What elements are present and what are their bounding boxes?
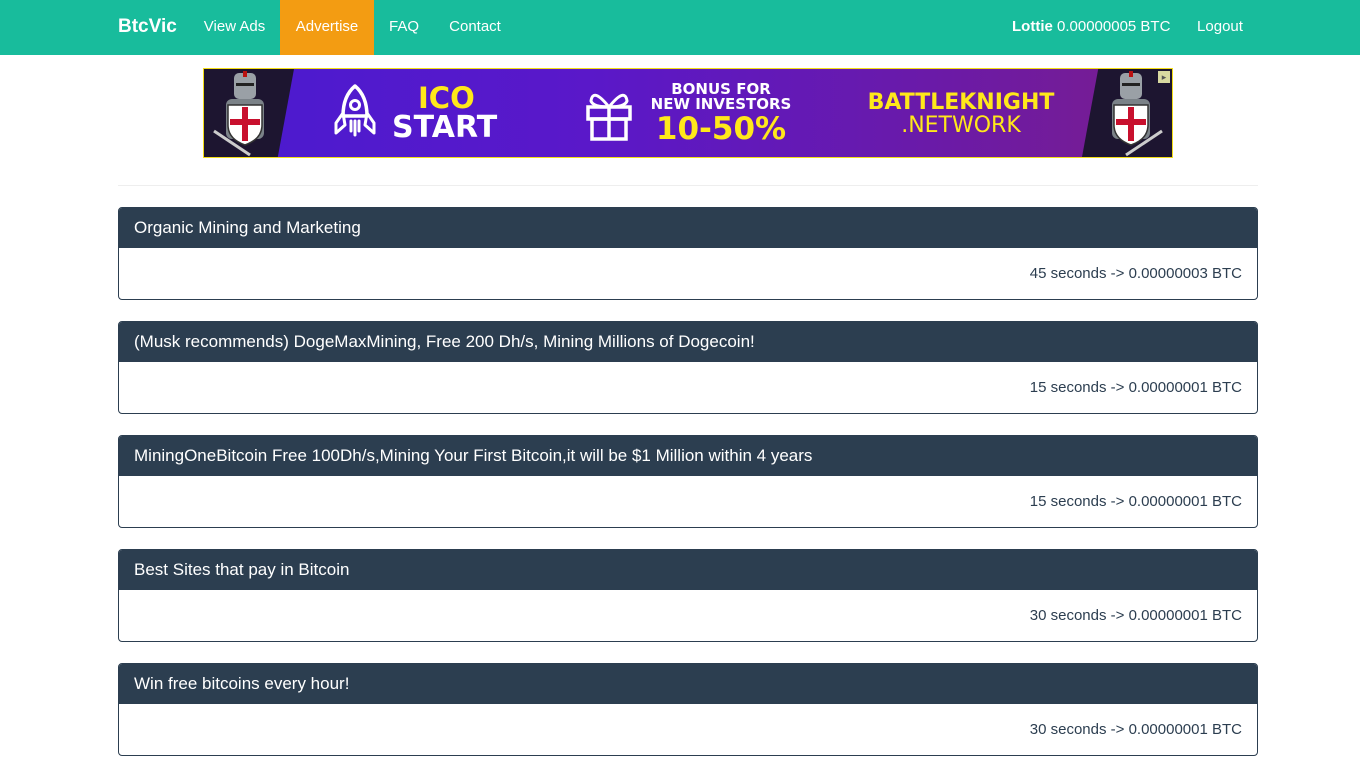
user-name: Lottie [1012,18,1053,35]
banner-brand-line1: BATTLEKNIGHT [867,90,1055,115]
banner-ico-text: ICO START [392,83,512,143]
ad-title[interactable]: Win free bitcoins every hour! [119,664,1257,704]
logout-link[interactable]: Logout [1182,0,1258,55]
ad-panel[interactable]: MiningOneBitcoin Free 100Dh/s,Mining You… [118,435,1258,528]
ad-reward: 30 seconds -> 0.00000001 BTC [1029,721,1242,738]
ad-panel[interactable]: Organic Mining and Marketing 45 seconds … [118,207,1258,300]
user-balance: 0.00000005 BTC [1057,18,1171,35]
ad-reward: 45 seconds -> 0.00000003 BTC [1029,265,1242,282]
ad-reward: 30 seconds -> 0.00000001 BTC [1029,607,1242,624]
nav-faq[interactable]: FAQ [374,0,434,55]
nav-view-ads[interactable]: View Ads [189,0,280,55]
banner-ico-line1: ICO [418,81,475,115]
nav-advertise[interactable]: Advertise [280,0,374,55]
ad-reward: 15 seconds -> 0.00000001 BTC [1029,493,1242,510]
knight-icon [213,71,264,157]
adchoices-icon[interactable]: ▸ [1158,71,1170,83]
content-divider [118,185,1258,186]
ad-title[interactable]: Best Sites that pay in Bitcoin [119,550,1257,590]
ad-title[interactable]: MiningOneBitcoin Free 100Dh/s,Mining You… [119,436,1257,476]
ad-panel[interactable]: Best Sites that pay in Bitcoin 30 second… [118,549,1258,642]
nav-contact[interactable]: Contact [434,0,516,55]
ad-banner[interactable]: ICO START BONUS FOR NEW INVESTORS 10-50%… [203,68,1173,158]
ad-panel[interactable]: (Musk recommends) DogeMaxMining, Free 20… [118,321,1258,414]
rocket-icon [334,84,376,137]
banner-bonus-text: BONUS FOR NEW INVESTORS 10-50% [640,82,802,147]
ad-reward: 15 seconds -> 0.00000001 BTC [1029,379,1242,396]
ad-title[interactable]: Organic Mining and Marketing [119,208,1257,248]
gift-icon [586,93,632,141]
user-balance-link[interactable]: Lottie 0.00000005 BTC [1012,0,1170,55]
banner-ico-line2: START [392,110,498,145]
top-navbar: BtcVic View Ads Advertise FAQ Contact Lo… [0,0,1360,55]
ad-panel[interactable]: Win free bitcoins every hour! 30 seconds… [118,663,1258,756]
banner-bonus-percent: 10-50% [655,111,787,147]
brand-logo-link[interactable]: BtcVic [118,0,177,55]
banner-bonus-line2: NEW INVESTORS [650,95,792,113]
knight-icon [1112,71,1163,157]
banner-brand-text: BATTLEKNIGHT .NETWORK [856,91,1066,137]
ad-title[interactable]: (Musk recommends) DogeMaxMining, Free 20… [119,322,1257,362]
banner-brand-line2: .NETWORK [901,113,1021,138]
